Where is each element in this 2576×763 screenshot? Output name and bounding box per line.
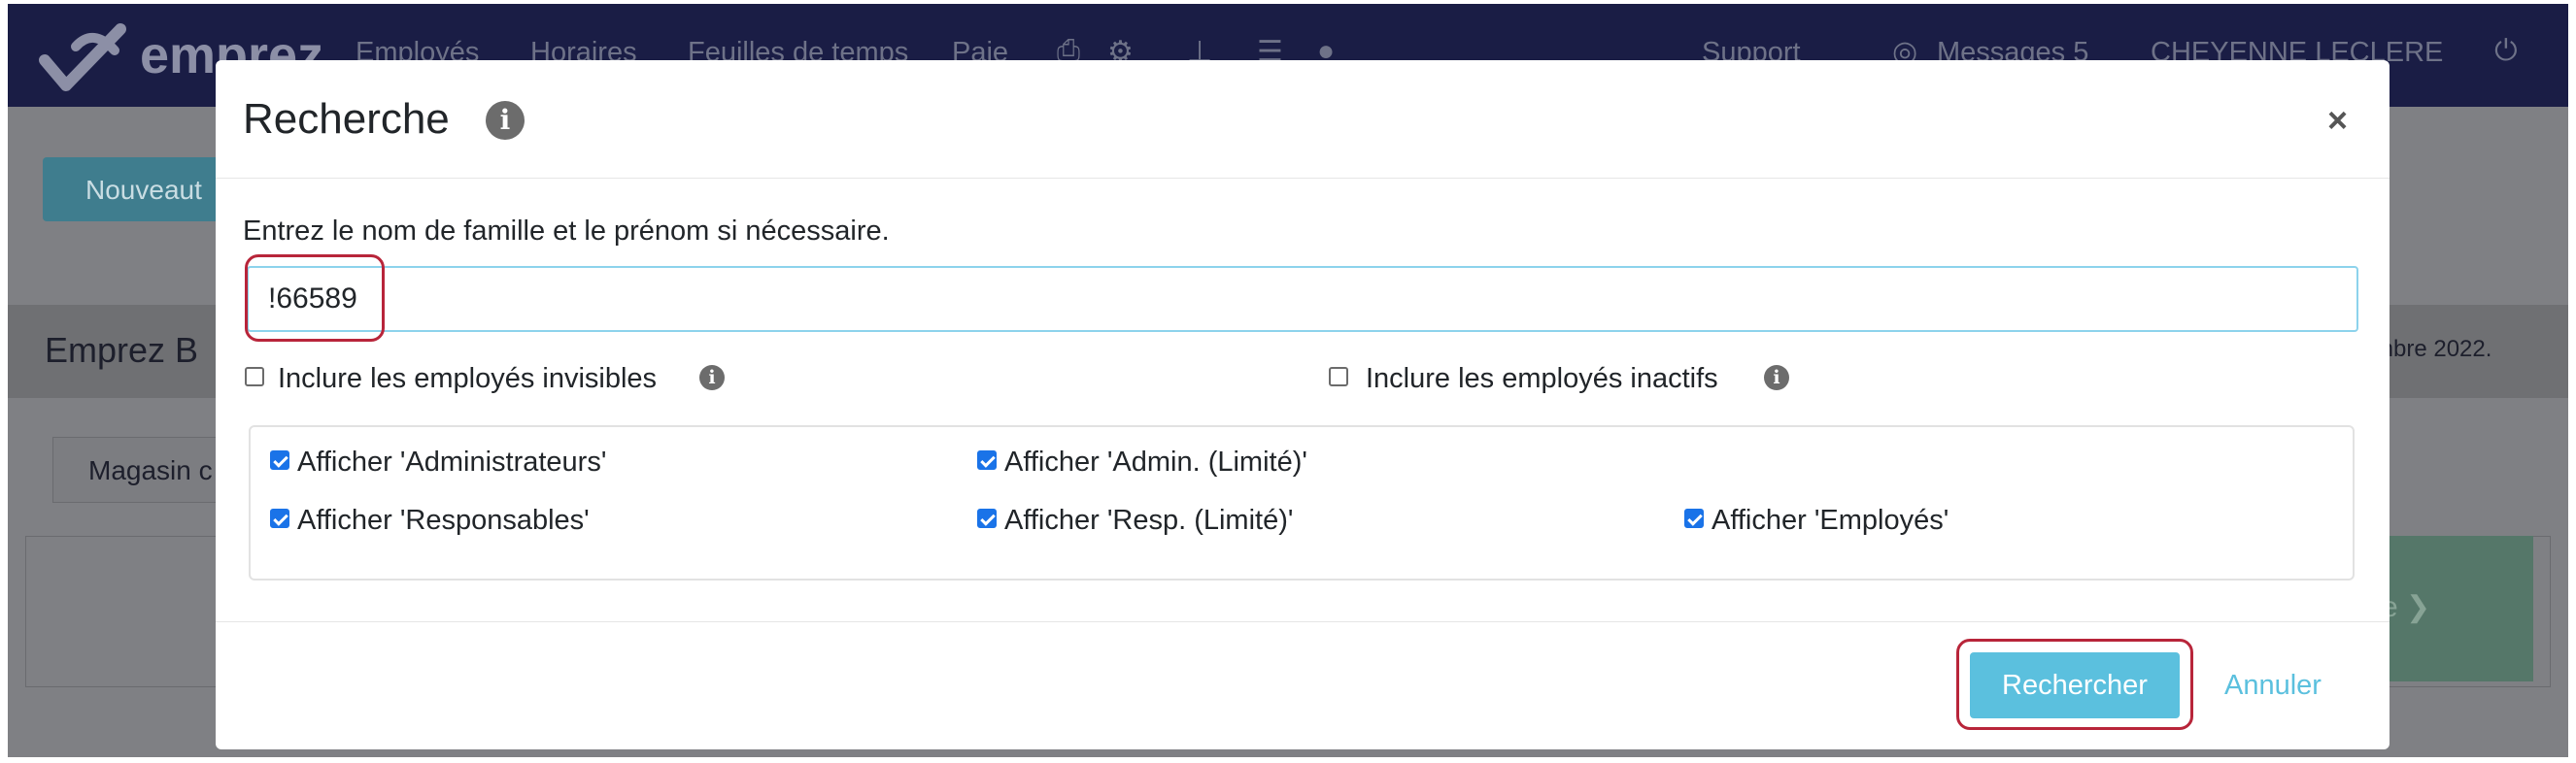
info-icon[interactable]: i (486, 101, 525, 140)
modal-header: Recherche i × (216, 60, 2390, 179)
include-inactive-label: Inclure les employés inactifs (1366, 363, 1718, 394)
app-window: emprez Employés Horaires Feuilles de tem… (8, 4, 2568, 757)
page-date: mbre 2022. (2374, 336, 2492, 362)
info-icon[interactable]: i (699, 365, 725, 390)
show-employees-label: Afficher 'Employés' (1712, 505, 1949, 536)
include-invisible-label: Inclure les employés invisibles (278, 363, 658, 394)
search-modal: Recherche i × Entrez le nom de famille e… (216, 60, 2390, 749)
modal-title: Recherche (243, 95, 450, 143)
show-admin-limited-label: Afficher 'Admin. (Limité)' (1004, 447, 1307, 478)
show-managers-label: Afficher 'Responsables' (297, 505, 590, 536)
page-title: Emprez B (45, 330, 199, 370)
include-inactive-checkbox[interactable] (1329, 367, 1348, 386)
info-icon[interactable]: i (1764, 365, 1789, 390)
search-input[interactable] (247, 266, 2358, 332)
close-icon[interactable]: × (2327, 103, 2348, 138)
modal-footer-divider (216, 621, 2390, 622)
show-managers-checkbox[interactable] (270, 509, 289, 528)
power-icon[interactable]: ⏻ (2494, 35, 2518, 68)
show-managers-limited-checkbox[interactable] (977, 509, 997, 528)
search-instruction: Entrez le nom de famille et le prénom si… (243, 216, 890, 247)
emprez-logo-icon (39, 23, 126, 91)
search-button[interactable]: Rechercher (1970, 652, 2180, 718)
show-administrators-label: Afficher 'Administrateurs' (297, 447, 607, 478)
cancel-link[interactable]: Annuler (2224, 670, 2322, 702)
next-button[interactable]: e ❯ (2370, 536, 2533, 681)
show-employees-checkbox[interactable] (1684, 509, 1704, 528)
show-admin-limited-checkbox[interactable] (977, 450, 997, 470)
show-managers-limited-label: Afficher 'Resp. (Limité)' (1004, 505, 1294, 536)
show-administrators-checkbox[interactable] (270, 450, 289, 470)
include-invisible-checkbox[interactable] (245, 367, 264, 386)
